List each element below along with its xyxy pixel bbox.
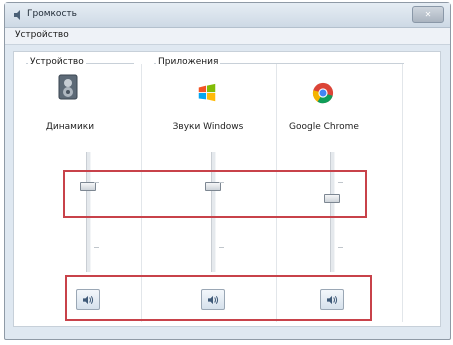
windows-logo-icon xyxy=(198,83,216,102)
slider-tick xyxy=(94,247,99,248)
window-title: Громкость xyxy=(27,9,77,19)
column-separator xyxy=(402,64,403,322)
speaker-icon xyxy=(58,74,78,100)
device-group-label: Устройство xyxy=(28,57,86,67)
slider-highlight-box xyxy=(63,170,367,218)
slider-tick xyxy=(219,247,224,248)
speaker-app-icon xyxy=(14,10,20,20)
channel-name-chrome: Google Chrome xyxy=(289,122,359,132)
channel-name-speakers: Динамики xyxy=(45,122,95,132)
title-bar[interactable]: Громкость ✕ xyxy=(5,3,450,28)
slider-tick xyxy=(338,247,343,248)
menu-bar: Устройство xyxy=(5,28,450,45)
chrome-icon xyxy=(312,82,334,104)
applications-group-label: Приложения xyxy=(156,57,221,67)
menu-item-device[interactable]: Устройство xyxy=(15,30,69,40)
close-button[interactable]: ✕ xyxy=(412,6,444,23)
volume-mixer-window: Громкость ✕ Устройство Устройство Прилож… xyxy=(4,2,451,340)
mixer-panel: Устройство Приложения Динамики Звуки Win… xyxy=(13,51,441,327)
channel-name-windows-sounds: Звуки Windows xyxy=(172,122,244,132)
mute-highlight-box xyxy=(65,275,372,321)
